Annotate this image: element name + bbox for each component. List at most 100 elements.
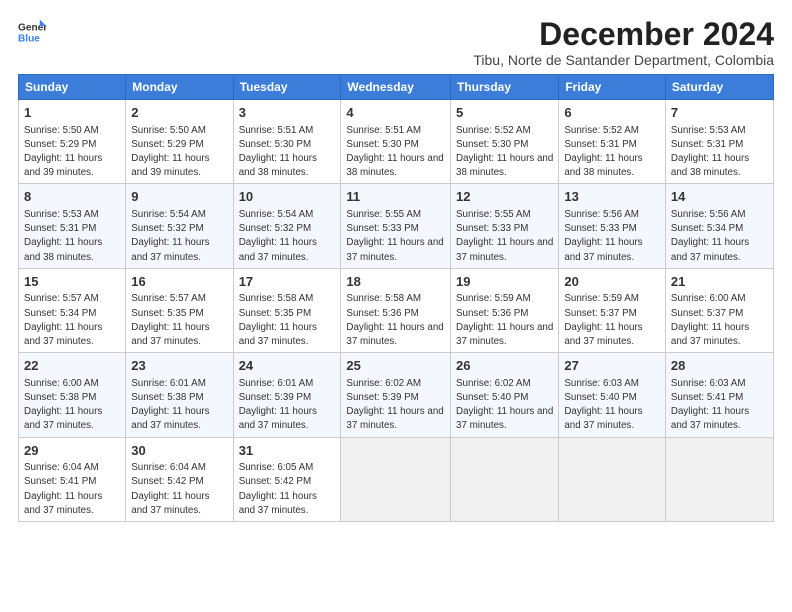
day-info: Sunrise: 5:54 AMSunset: 5:32 PMDaylight:… <box>239 209 317 263</box>
header-saturday: Saturday <box>665 75 773 100</box>
day-info: Sunrise: 6:00 AMSunset: 5:38 PMDaylight:… <box>24 378 102 432</box>
day-number: 3 <box>239 104 336 122</box>
calendar: Sunday Monday Tuesday Wednesday Thursday… <box>18 74 774 522</box>
day-info: Sunrise: 6:03 AMSunset: 5:41 PMDaylight:… <box>671 378 749 432</box>
day-number: 9 <box>131 188 227 206</box>
day-info: Sunrise: 5:58 AMSunset: 5:36 PMDaylight:… <box>346 293 443 347</box>
header-tuesday: Tuesday <box>233 75 341 100</box>
day-number: 30 <box>131 442 227 460</box>
calendar-cell: 6Sunrise: 5:52 AMSunset: 5:31 PMDaylight… <box>559 100 666 184</box>
calendar-row: 22Sunrise: 6:00 AMSunset: 5:38 PMDayligh… <box>19 353 774 437</box>
calendar-cell: 23Sunrise: 6:01 AMSunset: 5:38 PMDayligh… <box>126 353 233 437</box>
day-number: 5 <box>456 104 553 122</box>
day-number: 16 <box>131 273 227 291</box>
calendar-cell <box>451 437 559 521</box>
day-number: 13 <box>564 188 660 206</box>
day-info: Sunrise: 5:58 AMSunset: 5:35 PMDaylight:… <box>239 293 317 347</box>
calendar-row: 8 Sunrise: 5:53 AMSunset: 5:31 PMDaylight… <box>19 184 774 268</box>
day-info: Sunrise: 5:53 AMSunset: 5:31 PMDaylight:… <box>24 209 102 263</box>
day-info: Sunrise: 5:52 AMSunset: 5:30 PMDaylight:… <box>456 125 553 179</box>
calendar-cell: 14 Sunrise: 5:56 AMSunset: 5:34 PMDayligh… <box>665 184 773 268</box>
day-info: Sunrise: 5:55 AMSunset: 5:33 PMDaylight:… <box>346 209 443 263</box>
day-number: 19 <box>456 273 553 291</box>
calendar-cell: 4 Sunrise: 5:51 AMSunset: 5:30 PMDaylight… <box>341 100 451 184</box>
day-info: Sunrise: 5:50 AMSunset: 5:29 PMDaylight:… <box>131 125 209 179</box>
day-info: Sunrise: 6:04 AMSunset: 5:42 PMDaylight:… <box>131 462 209 516</box>
calendar-cell: 7 Sunrise: 5:53 AMSunset: 5:31 PMDaylight… <box>665 100 773 184</box>
day-number: 27 <box>564 357 660 375</box>
header-sunday: Sunday <box>19 75 126 100</box>
calendar-cell: 29Sunrise: 6:04 AMSunset: 5:41 PMDayligh… <box>19 437 126 521</box>
day-number: 20 <box>564 273 660 291</box>
day-info: Sunrise: 5:56 AMSunset: 5:34 PMDaylight:… <box>671 209 749 263</box>
calendar-cell: 15 Sunrise: 5:57 AMSunset: 5:34 PMDayligh… <box>19 268 126 352</box>
day-info: Sunrise: 5:50 AMSunset: 5:29 PMDaylight:… <box>24 125 102 179</box>
day-info: Sunrise: 5:56 AMSunset: 5:33 PMDaylight:… <box>564 209 642 263</box>
day-info: Sunrise: 5:54 AMSunset: 5:32 PMDaylight:… <box>131 209 209 263</box>
day-info: Sunrise: 5:55 AMSunset: 5:33 PMDaylight:… <box>456 209 553 263</box>
day-number: 24 <box>239 357 336 375</box>
header-wednesday: Wednesday <box>341 75 451 100</box>
day-info: Sunrise: 5:57 AMSunset: 5:35 PMDaylight:… <box>131 293 209 347</box>
logo-icon: General Blue <box>18 18 46 46</box>
location: Tibu, Norte de Santander Department, Col… <box>473 52 774 68</box>
day-number: 4 <box>346 104 445 122</box>
day-number: 18 <box>346 273 445 291</box>
calendar-cell: 18 Sunrise: 5:58 AMSunset: 5:36 PMDayligh… <box>341 268 451 352</box>
day-info: Sunrise: 5:57 AMSunset: 5:34 PMDaylight:… <box>24 293 102 347</box>
calendar-cell: 16 Sunrise: 5:57 AMSunset: 5:35 PMDayligh… <box>126 268 233 352</box>
calendar-cell: 30 Sunrise: 6:04 AMSunset: 5:42 PMDayligh… <box>126 437 233 521</box>
calendar-cell: 26Sunrise: 6:02 AMSunset: 5:40 PMDayligh… <box>451 353 559 437</box>
day-number: 31 <box>239 442 336 460</box>
day-number: 2 <box>131 104 227 122</box>
calendar-cell: 3Sunrise: 5:51 AMSunset: 5:30 PMDaylight… <box>233 100 341 184</box>
calendar-cell: 2 Sunrise: 5:50 AMSunset: 5:29 PMDaylight… <box>126 100 233 184</box>
day-number: 14 <box>671 188 768 206</box>
calendar-cell: 8 Sunrise: 5:53 AMSunset: 5:31 PMDaylight… <box>19 184 126 268</box>
day-number: 8 <box>24 188 120 206</box>
day-number: 11 <box>346 188 445 206</box>
weekday-header-row: Sunday Monday Tuesday Wednesday Thursday… <box>19 75 774 100</box>
calendar-cell <box>341 437 451 521</box>
day-number: 7 <box>671 104 768 122</box>
calendar-row: 29Sunrise: 6:04 AMSunset: 5:41 PMDayligh… <box>19 437 774 521</box>
day-number: 17 <box>239 273 336 291</box>
calendar-cell: 22Sunrise: 6:00 AMSunset: 5:38 PMDayligh… <box>19 353 126 437</box>
calendar-cell: 11 Sunrise: 5:55 AMSunset: 5:33 PMDayligh… <box>341 184 451 268</box>
header-thursday: Thursday <box>451 75 559 100</box>
calendar-cell: 5 Sunrise: 5:52 AMSunset: 5:30 PMDaylight… <box>451 100 559 184</box>
day-number: 12 <box>456 188 553 206</box>
calendar-cell <box>665 437 773 521</box>
title-area: December 2024 Tibu, Norte de Santander D… <box>473 18 774 68</box>
calendar-cell: 17 Sunrise: 5:58 AMSunset: 5:35 PMDayligh… <box>233 268 341 352</box>
day-number: 15 <box>24 273 120 291</box>
logo: General Blue <box>18 18 46 46</box>
calendar-cell: 21Sunrise: 6:00 AMSunset: 5:37 PMDayligh… <box>665 268 773 352</box>
calendar-cell: 1 Sunrise: 5:50 AMSunset: 5:29 PMDaylight… <box>19 100 126 184</box>
day-number: 25 <box>346 357 445 375</box>
calendar-cell: 24 Sunrise: 6:01 AMSunset: 5:39 PMDayligh… <box>233 353 341 437</box>
day-info: Sunrise: 6:05 AMSunset: 5:42 PMDaylight:… <box>239 462 317 516</box>
page: General Blue December 2024 Tibu, Norte d… <box>0 0 792 612</box>
header-friday: Friday <box>559 75 666 100</box>
day-info: Sunrise: 6:01 AMSunset: 5:39 PMDaylight:… <box>239 378 317 432</box>
day-number: 28 <box>671 357 768 375</box>
day-info: Sunrise: 5:59 AMSunset: 5:37 PMDaylight:… <box>564 293 642 347</box>
day-number: 1 <box>24 104 120 122</box>
day-info: Sunrise: 5:51 AMSunset: 5:30 PMDaylight:… <box>346 125 443 179</box>
svg-text:Blue: Blue <box>18 33 40 44</box>
calendar-cell: 12 Sunrise: 5:55 AMSunset: 5:33 PMDayligh… <box>451 184 559 268</box>
day-number: 29 <box>24 442 120 460</box>
calendar-cell: 10Sunrise: 5:54 AMSunset: 5:32 PMDayligh… <box>233 184 341 268</box>
day-info: Sunrise: 5:53 AMSunset: 5:31 PMDaylight:… <box>671 125 749 179</box>
calendar-cell <box>559 437 666 521</box>
day-info: Sunrise: 5:52 AMSunset: 5:31 PMDaylight:… <box>564 125 642 179</box>
day-number: 26 <box>456 357 553 375</box>
calendar-cell: 20 Sunrise: 5:59 AMSunset: 5:37 PMDayligh… <box>559 268 666 352</box>
day-info: Sunrise: 6:01 AMSunset: 5:38 PMDaylight:… <box>131 378 209 432</box>
calendar-cell: 19Sunrise: 5:59 AMSunset: 5:36 PMDayligh… <box>451 268 559 352</box>
calendar-row: 15 Sunrise: 5:57 AMSunset: 5:34 PMDayligh… <box>19 268 774 352</box>
day-number: 21 <box>671 273 768 291</box>
day-info: Sunrise: 6:03 AMSunset: 5:40 PMDaylight:… <box>564 378 642 432</box>
calendar-cell: 9 Sunrise: 5:54 AMSunset: 5:32 PMDaylight… <box>126 184 233 268</box>
